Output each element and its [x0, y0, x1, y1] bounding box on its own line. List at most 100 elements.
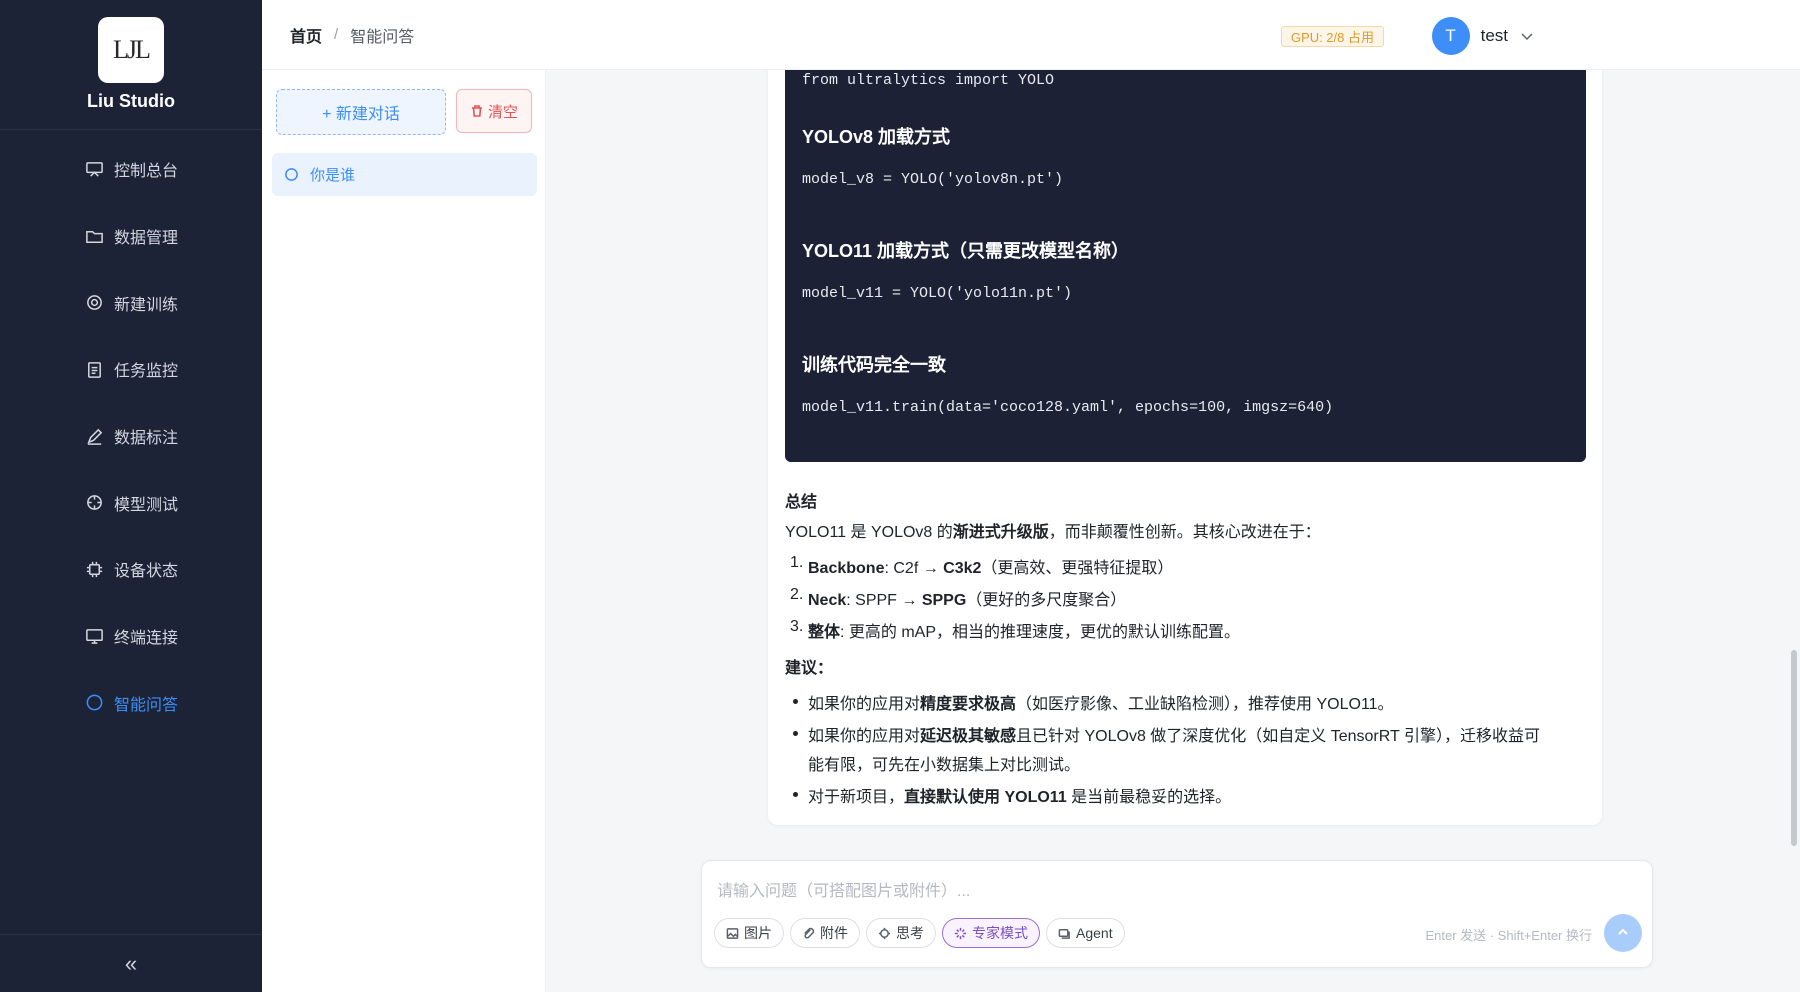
send-button[interactable] — [1604, 914, 1642, 952]
list-item: 2. Neck: SPPF → SPPG（更好的多尺度聚合） — [785, 586, 1585, 610]
chat-input-placeholder[interactable]: 请输入问题（可搭配图片或附件）... — [717, 877, 970, 901]
list-number: 2. — [790, 586, 804, 603]
expert-mode-button[interactable]: 专家模式 — [942, 918, 1040, 948]
desktop-icon — [84, 626, 104, 646]
bullet-dot — [793, 792, 798, 797]
text-span: （更好的多尺度聚合） — [966, 592, 1127, 609]
double-chevron-left-icon: « — [124, 950, 138, 976]
sidebar-nav: 控制总台 数据管理 新建训练 任务监控 数据标注 模型测试 设备状态 终端连接 — [0, 136, 262, 736]
sidebar-item-monitor[interactable]: 任务监控 — [0, 336, 262, 403]
sidebar-item-console[interactable]: 控制总台 — [0, 136, 262, 203]
sidebar-item-device[interactable]: 设备状态 — [0, 536, 262, 603]
bullet-dot — [793, 731, 798, 736]
text-span: 如果你的应用对 — [808, 696, 921, 713]
sparkle-icon — [954, 927, 967, 939]
send-hint: Enter 发送 · Shift+Enter 换行 — [1425, 928, 1592, 943]
folder-icon — [84, 226, 104, 246]
tool-label: 附件 — [820, 925, 848, 941]
collapse-sidebar-button[interactable]: « — [0, 934, 262, 992]
text-bold: Neck — [808, 592, 847, 609]
code-heading: 训练代码完全一致 — [802, 355, 946, 375]
chat-icon — [84, 693, 104, 713]
sidebar-item-terminal[interactable]: 终端连接 — [0, 603, 262, 670]
attachment-button[interactable]: 附件 — [790, 918, 860, 948]
bullet-dot — [793, 699, 798, 704]
text-span: : SPPF → — [846, 592, 922, 609]
brand-name: Liu Studio — [87, 91, 175, 111]
summary-text: YOLO11 是 YOLOv8 的渐进式升级版，而非颠覆性创新。其核心改进在于： — [785, 518, 1585, 542]
tool-row: 图片 附件 思考 专家模式 Agent — [714, 918, 1131, 948]
sidebar-item-test[interactable]: 模型测试 — [0, 469, 262, 536]
pen-icon — [84, 426, 104, 446]
text-bold: SPPG — [921, 592, 967, 609]
assistant-message: from ultralytics import YOLO YOLOv8 加载方式… — [768, 70, 1602, 825]
sidebar: LJL Liu Studio 控制总台 数据管理 新建训练 任务监控 数据标注 … — [0, 0, 262, 992]
think-button[interactable]: 思考 — [866, 918, 936, 948]
text-span: : 更高的 mAP，相当的推理速度，更优的默认训练配置。 — [840, 624, 1241, 641]
new-chat-button[interactable]: + 新建对话 — [276, 89, 446, 135]
agent-icon — [1058, 928, 1070, 939]
list-item: 3. 整体: 更高的 mAP，相当的推理速度，更优的默认训练配置。 — [785, 618, 1585, 642]
tool-label: 专家模式 — [972, 925, 1028, 941]
sidebar-item-data[interactable]: 数据管理 — [0, 203, 262, 270]
chat-input-box[interactable]: 请输入问题（可搭配图片或附件）... 图片 附件 思考 专家模式 Agent E… — [701, 860, 1653, 968]
gpu-status-badge: GPU: 2/8 占用 — [1280, 26, 1384, 47]
sidebar-item-chat[interactable]: 智能问答 — [0, 670, 262, 737]
sidebar-item-label: 控制总台 — [114, 163, 179, 181]
clear-label: 清空 — [487, 103, 518, 121]
code-block: from ultralytics import YOLO YOLOv8 加载方式… — [785, 70, 1586, 462]
brand: LJL Liu Studio — [0, 0, 262, 130]
text-bold: 精度要求极高 — [920, 696, 1017, 713]
advice-heading: 建议： — [785, 660, 834, 677]
code-line: model_v11 = YOLO('yolo11n.pt') — [802, 285, 1073, 302]
summary-heading: 总结 — [785, 494, 818, 511]
user-menu[interactable]: T test — [1431, 17, 1534, 55]
text-bold: 渐进式升级版 — [952, 524, 1049, 541]
text-span: （如医疗影像、工业缺陷检测），推荐使用 YOLO11。 — [1016, 696, 1394, 713]
conversation-title: 你是谁 — [310, 167, 356, 184]
bullet-continuation: 能有限，可先在小数据集上对比测试。 — [785, 751, 1585, 775]
breadcrumb-home[interactable]: 首页 — [290, 23, 322, 47]
conversation-item[interactable]: 你是谁 — [272, 153, 537, 196]
text-bold: Backbone — [808, 560, 885, 577]
clear-button[interactable]: 清空 — [456, 89, 532, 133]
bullet-item: 如果你的应用对延迟极其敏感且已针对 YOLOv8 做了深度优化（如自定义 Ten… — [785, 722, 1585, 746]
bullet-item: 对于新项目，直接默认使用 YOLO11 是当前最稳妥的选择。 — [785, 783, 1585, 807]
code-line: model_v8 = YOLO('yolov8n.pt') — [802, 171, 1064, 188]
chat-area: from ultralytics import YOLO YOLOv8 加载方式… — [546, 70, 1800, 992]
scrollbar-thumb[interactable] — [1791, 650, 1797, 846]
list-number: 1. — [790, 554, 804, 571]
sidebar-item-label: 终端连接 — [114, 630, 179, 648]
chevron-down-icon — [1521, 33, 1533, 41]
text-span: 如果你的应用对 — [808, 728, 921, 745]
logo: LJL — [98, 17, 164, 83]
list-number: 3. — [790, 618, 804, 635]
breadcrumb-separator: / — [334, 26, 339, 43]
breadcrumb-current: 智能问答 — [350, 28, 415, 46]
sidebar-item-label: 数据管理 — [114, 230, 179, 248]
gear-icon — [84, 293, 104, 313]
text-span: 且已针对 YOLOv8 做了深度优化（如自定义 TensorRT 引擎），迁移收… — [1016, 728, 1540, 745]
brain-icon — [878, 927, 891, 939]
image-button[interactable]: 图片 — [714, 918, 784, 948]
code-line: from ultralytics import YOLO — [802, 72, 1055, 89]
sidebar-item-label: 任务监控 — [114, 363, 179, 381]
sidebar-item-label: 新建训练 — [114, 296, 179, 314]
bullet-item: 如果你的应用对精度要求极高（如医疗影像、工业缺陷检测），推荐使用 YOLO11。 — [785, 690, 1585, 714]
sidebar-item-label: 设备状态 — [114, 563, 179, 581]
text-bold: 整体 — [808, 624, 841, 641]
clipboard-icon — [84, 359, 104, 379]
list-item: 1. Backbone: C2f → C3k2（更高效、更强特征提取） — [785, 554, 1585, 578]
code-heading: YOLO11 加载方式（只需更改模型名称） — [802, 241, 1130, 261]
sidebar-item-training[interactable]: 新建训练 — [0, 269, 262, 336]
sidebar-item-label: 智能问答 — [114, 696, 179, 714]
sidebar-item-annotate[interactable]: 数据标注 — [0, 403, 262, 470]
tool-label: 图片 — [744, 925, 772, 941]
agent-button[interactable]: Agent — [1046, 918, 1125, 948]
scrollbar[interactable] — [1788, 70, 1800, 992]
text-bold: 直接默认使用 YOLO11 — [904, 789, 1067, 806]
text-bold: 延迟极其敏感 — [920, 728, 1017, 745]
arrow-up-icon — [1618, 928, 1628, 935]
text-span: 能有限，可先在小数据集上对比测试。 — [808, 757, 1081, 774]
sidebar-item-label: 数据标注 — [114, 430, 179, 448]
